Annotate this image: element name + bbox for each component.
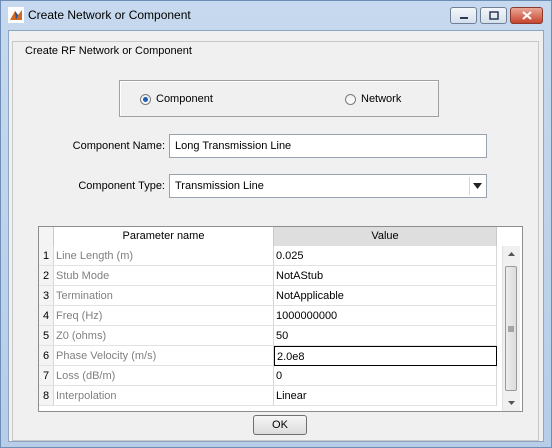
matlab-icon: [8, 7, 24, 23]
header-corner: [39, 227, 54, 246]
parameter-name-cell[interactable]: Interpolation: [54, 386, 274, 406]
close-button[interactable]: [510, 7, 543, 24]
parameter-value-cell[interactable]: 50: [274, 326, 497, 346]
row-index: 1: [39, 246, 54, 266]
dropdown-arrow[interactable]: [469, 177, 484, 195]
row-index: 4: [39, 306, 54, 326]
radio-network-label: Network: [361, 93, 402, 105]
vertical-scrollbar[interactable]: [502, 246, 520, 411]
table-row[interactable]: 3 Termination NotApplicable: [39, 286, 497, 306]
table-row[interactable]: 5 Z0 (ohms) 50: [39, 326, 497, 346]
radio-component-label: Component: [156, 93, 213, 105]
row-index: 7: [39, 366, 54, 386]
chevron-down-icon: [472, 183, 482, 189]
maximize-button[interactable]: [480, 7, 507, 24]
scroll-down-arrow[interactable]: [503, 395, 520, 411]
table-header: Parameter name Value: [39, 227, 522, 246]
table-row[interactable]: 1 Line Length (m) 0.025: [39, 246, 497, 266]
parameter-name-cell[interactable]: Loss (dB/m): [54, 366, 274, 386]
title-bar[interactable]: Create Network or Component: [1, 1, 551, 29]
header-value[interactable]: Value: [274, 227, 497, 246]
parameter-name-cell[interactable]: Stub Mode: [54, 266, 274, 286]
parameter-value-cell[interactable]: 0: [274, 366, 497, 386]
table-row[interactable]: 8 Interpolation Linear: [39, 386, 497, 406]
component-type-select[interactable]: Transmission Line: [169, 174, 487, 198]
row-index: 2: [39, 266, 54, 286]
row-index: 8: [39, 386, 54, 406]
component-name-label: Component Name:: [72, 140, 165, 152]
parameter-name-cell[interactable]: Line Length (m): [54, 246, 274, 266]
chevron-up-icon: [508, 252, 515, 256]
ok-button[interactable]: OK: [253, 415, 307, 435]
parameter-table: Parameter name Value 1 Line Length (m) 0.0…: [38, 226, 523, 412]
scroll-up-arrow[interactable]: [503, 246, 520, 262]
component-type-label: Component Type:: [78, 180, 165, 192]
maximize-icon: [488, 11, 499, 20]
component-name-input[interactable]: Long Transmission Line: [169, 134, 487, 158]
component-type-value: Transmission Line: [175, 180, 264, 192]
dialog-window: Create Network or Component Create RF Ne…: [0, 0, 552, 448]
grip-icon: [508, 326, 514, 331]
group-label: Create RF Network or Component: [23, 45, 194, 57]
window-title: Create Network or Component: [28, 8, 191, 22]
row-index: 5: [39, 326, 54, 346]
parameter-value-cell[interactable]: 0.025: [274, 246, 497, 266]
table-row[interactable]: 7 Loss (dB/m) 0: [39, 366, 497, 386]
radio-network[interactable]: Network: [345, 93, 401, 105]
table-row[interactable]: 2 Stub Mode NotAStub: [39, 266, 497, 286]
parameter-value-cell[interactable]: 1000000000: [274, 306, 497, 326]
parameter-name-cell[interactable]: Z0 (ohms): [54, 326, 274, 346]
dialog-body: Create RF Network or Component Component…: [8, 30, 544, 442]
chevron-down-icon: [508, 401, 515, 405]
close-icon: [521, 11, 532, 20]
minimize-icon: [459, 16, 468, 19]
table-row[interactable]: 4 Freq (Hz) 1000000000: [39, 306, 497, 326]
table-row[interactable]: 6 Phase Velocity (m/s) 2.0e8: [39, 346, 497, 366]
radio-component[interactable]: Component: [140, 93, 213, 105]
row-index: 6: [39, 346, 54, 366]
parameter-value-cell[interactable]: NotAStub: [274, 266, 497, 286]
mode-radio-panel: Component Network: [119, 80, 439, 117]
radio-dot: [345, 93, 356, 105]
radio-dot-selected: [140, 93, 151, 105]
parameter-name-cell[interactable]: Freq (Hz): [54, 306, 274, 326]
parameter-name-cell[interactable]: Phase Velocity (m/s): [54, 346, 274, 366]
parameter-value-cell[interactable]: Linear: [274, 386, 497, 406]
row-index: 3: [39, 286, 54, 306]
header-parameter-name[interactable]: Parameter name: [54, 227, 274, 246]
parameter-value-cell[interactable]: NotApplicable: [274, 286, 497, 306]
scroll-thumb[interactable]: [505, 266, 517, 391]
group-box: Create RF Network or Component Component…: [12, 41, 539, 441]
parameter-name-cell[interactable]: Termination: [54, 286, 274, 306]
parameter-value-cell[interactable]: 2.0e8: [274, 346, 497, 366]
minimize-button[interactable]: [450, 7, 477, 24]
